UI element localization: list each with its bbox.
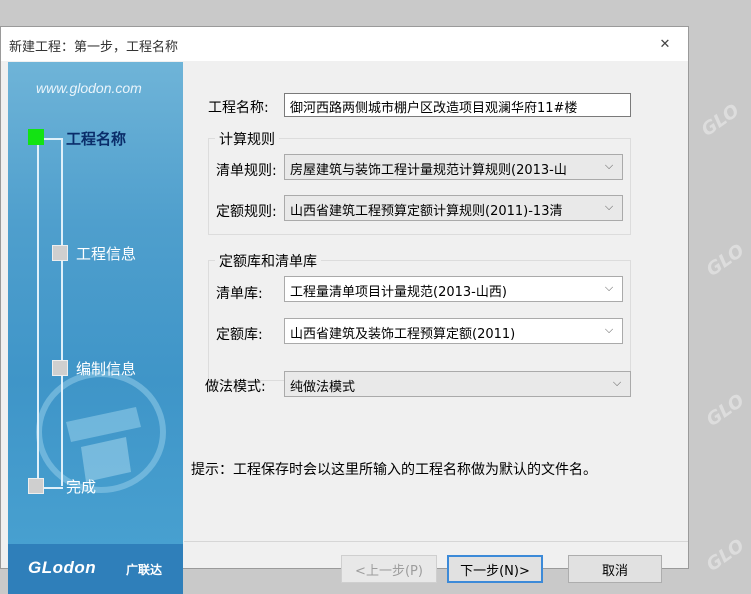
quota-rule-label: 定额规则: [216, 204, 277, 220]
bill-lib-value: 工程量清单项目计量规范(2013-山西) [290, 285, 507, 300]
quota-lib-value: 山西省建筑及装饰工程预算定额(2011) [290, 327, 516, 342]
chevron-down-icon: ⌵ [604, 200, 614, 213]
brand-footer: GLodon 广联达 [8, 544, 183, 594]
watermark: GLO [702, 390, 749, 431]
bill-lib-select[interactable]: 工程量清单项目计量规范(2013-山西) ⌵ [284, 276, 623, 302]
new-project-dialog: 新建工程：第一步，工程名称 ✕ www.glodon.com 工程名称 工程信息… [0, 26, 689, 594]
bill-rule-label: 清单规则: [216, 163, 277, 179]
watermark: GLO [702, 240, 749, 281]
glodon-logo: GLodon [28, 558, 97, 577]
chevron-down-icon: ⌵ [604, 323, 614, 336]
website-label: www.glodon.com [36, 80, 142, 96]
step-node-compile-info [52, 360, 68, 376]
quota-lib-label: 定额库: [216, 327, 263, 343]
step-label-compile-info[interactable]: 编制信息 [76, 358, 136, 379]
watermark: GLO [702, 535, 749, 576]
cancel-button[interactable]: 取消 [568, 555, 662, 583]
form-area: 工程名称: 御河西路两侧城市棚户区改造项目观澜华府11#楼 计算规则 清单规则:… [184, 62, 688, 542]
window-title: 新建工程：第一步，工程名称 [9, 40, 179, 55]
libraries-title: 定额库和清单库 [215, 251, 321, 271]
step-node-project-name [28, 129, 44, 145]
step-track-line [61, 138, 63, 486]
step-label-project-info[interactable]: 工程信息 [76, 243, 136, 264]
method-value: 纯做法模式 [290, 380, 356, 395]
watermark: GLO [697, 100, 744, 141]
wizard-sidebar: www.glodon.com 工程名称 工程信息 编制信息 完成 GLodon … [8, 62, 183, 594]
bill-lib-label: 清单库: [216, 286, 263, 302]
method-select[interactable]: 纯做法模式 ⌵ [284, 371, 631, 397]
chevron-down-icon: ⌵ [604, 281, 614, 294]
bill-rule-select[interactable]: 房屋建筑与装饰工程计量规范计算规则(2013-山 ⌵ [284, 154, 623, 180]
project-name-label: 工程名称: [208, 100, 269, 116]
method-label: 做法模式: [205, 379, 266, 395]
step-track-line [37, 138, 39, 488]
close-icon[interactable]: ✕ [642, 27, 688, 61]
quota-rule-value: 山西省建筑工程预算定额计算规则(2011)-13清 [290, 204, 563, 219]
calc-rules-title: 计算规则 [215, 129, 279, 149]
quota-rule-select[interactable]: 山西省建筑工程预算定额计算规则(2011)-13清 ⌵ [284, 195, 623, 221]
title-bar: 新建工程：第一步，工程名称 ✕ [1, 27, 688, 61]
next-button[interactable]: 下一步(N)> [447, 555, 543, 583]
hint-text: 提示：工程保存时会以这里所输入的工程名称做为默认的文件名。 [191, 462, 597, 478]
chevron-down-icon: ⌵ [604, 159, 614, 172]
chevron-down-icon: ⌵ [612, 376, 622, 389]
step-label-project-name[interactable]: 工程名称 [66, 128, 126, 149]
step-node-finish [28, 478, 44, 494]
project-name-input[interactable]: 御河西路两侧城市棚户区改造项目观澜华府11#楼 [284, 93, 631, 117]
glodon-cn-logo: 广联达 [126, 563, 163, 577]
step-label-finish[interactable]: 完成 [66, 476, 96, 497]
footer-divider [184, 541, 688, 542]
step-node-project-info [52, 245, 68, 261]
prev-button[interactable]: <上一步(P) [341, 555, 437, 583]
bill-rule-value: 房屋建筑与装饰工程计量规范计算规则(2013-山 [290, 163, 567, 178]
quota-lib-select[interactable]: 山西省建筑及装饰工程预算定额(2011) ⌵ [284, 318, 623, 344]
